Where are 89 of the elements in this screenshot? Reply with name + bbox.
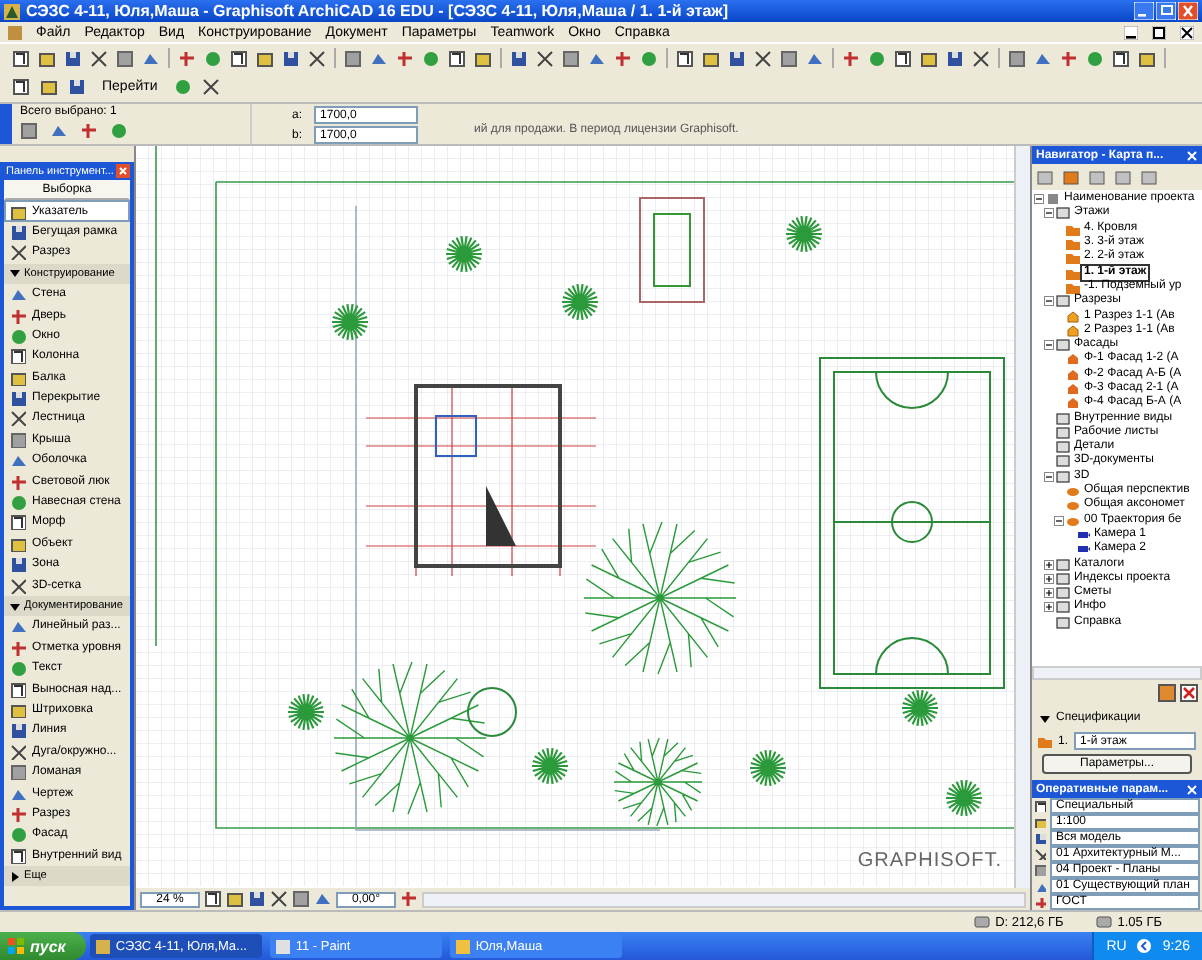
- tool-icon: [10, 805, 26, 822]
- toolbar-icon[interactable]: [702, 49, 720, 67]
- toolbar-icon[interactable]: [536, 49, 554, 67]
- collapse-icon[interactable]: [1054, 515, 1064, 526]
- tool-icon: [10, 244, 26, 261]
- toolbar-icon[interactable]: [510, 49, 528, 67]
- app-icon: [455, 939, 470, 953]
- drive-icon: [973, 916, 990, 928]
- toolbar-icon[interactable]: [201, 78, 220, 96]
- app-icon: [95, 939, 110, 953]
- option-icon: [1034, 816, 1046, 828]
- toolbar-icon[interactable]: [1138, 49, 1156, 67]
- tool-icon: [10, 514, 26, 531]
- toolbar-icon[interactable]: [282, 49, 300, 67]
- toolbar-icon[interactable]: [308, 49, 326, 67]
- collapse-icon[interactable]: [1044, 208, 1054, 219]
- delete-icon[interactable]: [1180, 684, 1198, 702]
- tool-icon: [10, 681, 26, 698]
- tool-icon: [10, 348, 26, 365]
- toolbar-icon[interactable]: [230, 49, 248, 67]
- tool-icon: [10, 369, 26, 386]
- toolbar-icon[interactable]: [1112, 49, 1130, 67]
- toolbar-icon[interactable]: [972, 49, 990, 67]
- toolbar-icon[interactable]: [12, 49, 30, 67]
- restore-icon[interactable]: [1152, 25, 1166, 39]
- toolbar-icon[interactable]: [448, 49, 466, 67]
- expand-icon[interactable]: [1044, 559, 1054, 570]
- expand-icon[interactable]: [1044, 588, 1054, 599]
- toolbar-icon[interactable]: [946, 49, 964, 67]
- option-icon: [1034, 896, 1046, 908]
- expand-icon[interactable]: [1044, 602, 1054, 613]
- zoom-tool-icon[interactable]: [248, 890, 266, 908]
- chevron-icon[interactable]: [1136, 938, 1153, 954]
- collapse-icon[interactable]: [1044, 296, 1054, 307]
- start-button[interactable]: пуск: [0, 932, 86, 960]
- toolbar-icon[interactable]: [676, 49, 694, 67]
- zoom-tool-icon[interactable]: [204, 890, 222, 908]
- toolbar-icon[interactable]: [754, 49, 772, 67]
- tool-icon: [10, 535, 26, 552]
- tool-icon: [10, 473, 26, 490]
- expand-icon[interactable]: [1044, 573, 1054, 584]
- tool-icon: [10, 701, 26, 718]
- toolbar-icon[interactable]: [920, 49, 938, 67]
- dock-handle[interactable]: [0, 104, 12, 144]
- tool-icon: [10, 307, 26, 324]
- tool-icon: [10, 722, 26, 739]
- collapse-icon[interactable]: [1044, 471, 1054, 482]
- windows-logo-icon: [8, 938, 24, 954]
- window-title: СЭЗС 4-11, Юля,Маша - Graphisoft ArchiCAD 16 EDU - [СЭЗС 4-11, Юля,Маша / 1. 1-й этаж]: [26, 2, 730, 20]
- brand-logo: GRAPHISOFT.: [857, 850, 1002, 872]
- document-icon: [8, 25, 22, 39]
- memory-icon: [1095, 916, 1112, 928]
- tool-icon: [10, 223, 26, 240]
- caret-icon: [1040, 713, 1050, 723]
- minimize-icon[interactable]: [1124, 25, 1138, 39]
- option-icon: [1034, 848, 1046, 860]
- toolbar-icon[interactable]: [90, 49, 108, 67]
- tool-icon: [10, 743, 26, 760]
- zoom-tool-icon[interactable]: [226, 890, 244, 908]
- toolbar-icon[interactable]: [474, 49, 492, 67]
- collapse-icon[interactable]: [1044, 340, 1054, 351]
- collapse-icon[interactable]: [1034, 194, 1044, 205]
- tool-icon: [10, 847, 26, 864]
- horizontal-scrollbar[interactable]: [422, 891, 1026, 907]
- tool-icon: [10, 660, 26, 677]
- toolbar-icon[interactable]: [12, 78, 30, 96]
- toolbar-icon[interactable]: [64, 49, 82, 67]
- tool-icon: [10, 639, 26, 656]
- vertical-scrollbar[interactable]: [1014, 146, 1030, 888]
- tool-icon: [10, 826, 26, 843]
- close-icon[interactable]: [1180, 25, 1194, 39]
- tool-icon: [10, 390, 26, 407]
- tool-icon: [10, 327, 26, 344]
- toolbar-icon[interactable]: [256, 49, 274, 67]
- app-logo-icon: [4, 3, 20, 19]
- toolbar-icon[interactable]: [68, 78, 86, 96]
- toolbar-icon[interactable]: [728, 49, 746, 67]
- option-icon: [1034, 832, 1046, 844]
- tool-icon: [10, 494, 26, 511]
- tool-icon: [10, 203, 26, 220]
- tool-icon: [10, 577, 26, 594]
- tool-icon: [10, 618, 26, 635]
- zoom-tool-icon[interactable]: [270, 890, 288, 908]
- horizontal-scrollbar[interactable]: [1032, 666, 1202, 680]
- toolbar-icon[interactable]: [894, 49, 912, 67]
- tool-icon: [10, 286, 26, 303]
- tool-icon: [10, 556, 26, 573]
- app-icon: [275, 939, 290, 953]
- tool-icon: [10, 410, 26, 427]
